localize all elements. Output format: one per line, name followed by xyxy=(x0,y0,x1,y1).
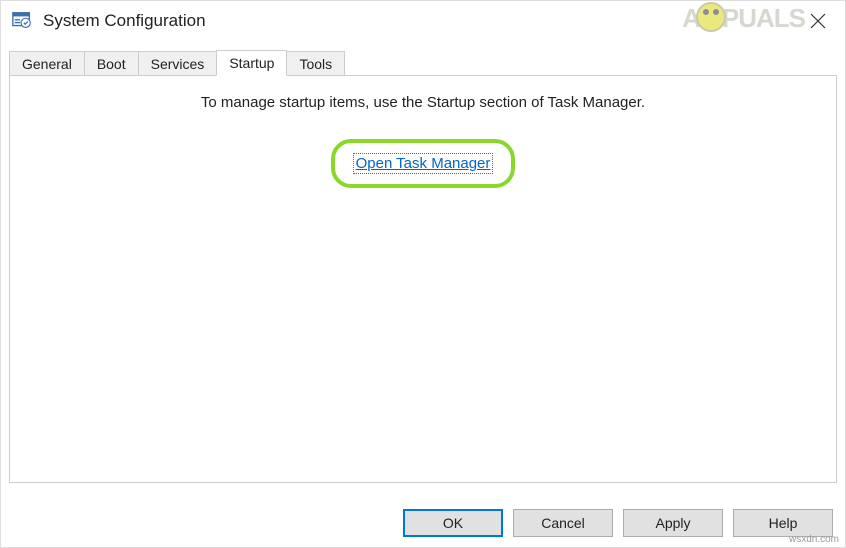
close-icon xyxy=(810,13,826,29)
titlebar: System Configuration xyxy=(1,1,845,41)
open-task-manager-link[interactable]: Open Task Manager xyxy=(353,153,494,174)
tab-content-startup: To manage startup items, use the Startup… xyxy=(9,75,837,483)
app-icon xyxy=(11,10,33,32)
tab-general[interactable]: General xyxy=(9,51,85,76)
tab-services[interactable]: Services xyxy=(138,51,218,76)
tab-tools[interactable]: Tools xyxy=(286,51,345,76)
tabstrip: General Boot Services Startup Tools xyxy=(9,49,837,75)
ok-button[interactable]: OK xyxy=(403,509,503,537)
system-configuration-window: System Configuration A PUALS General Boo… xyxy=(0,0,846,548)
window-title: System Configuration xyxy=(43,11,835,31)
highlight-annotation: Open Task Manager xyxy=(331,139,516,188)
client-area: General Boot Services Startup Tools To m… xyxy=(1,41,845,483)
cancel-button[interactable]: Cancel xyxy=(513,509,613,537)
apply-button[interactable]: Apply xyxy=(623,509,723,537)
close-button[interactable] xyxy=(803,9,833,33)
help-button[interactable]: Help xyxy=(733,509,833,537)
tab-boot[interactable]: Boot xyxy=(84,51,139,76)
dialog-button-row: OK Cancel Apply Help xyxy=(403,509,833,537)
tab-startup[interactable]: Startup xyxy=(216,50,287,76)
instruction-text: To manage startup items, use the Startup… xyxy=(10,94,836,111)
